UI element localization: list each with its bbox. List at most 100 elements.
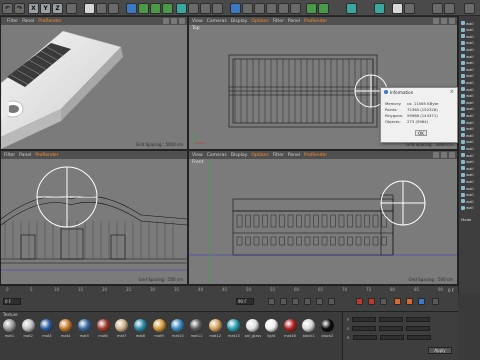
material-swatch[interactable] — [133, 319, 147, 332]
attr-field[interactable] — [352, 316, 377, 322]
menu-prorender[interactable]: ProRender — [35, 153, 58, 158]
object-row[interactable]: wall — [461, 198, 480, 204]
material-swatch[interactable] — [283, 319, 297, 332]
object-row[interactable]: wall — [461, 86, 480, 92]
object-row[interactable]: wall — [461, 152, 480, 158]
play-backwards-icon[interactable] — [292, 298, 299, 305]
material-swatch[interactable] — [77, 319, 91, 332]
ok-button[interactable]: OK — [415, 130, 427, 136]
viewport-perspective[interactable]: Panel Filter Filter Panel ProRender G — [0, 16, 188, 150]
record-icon[interactable] — [356, 298, 363, 305]
z-axis-button[interactable]: Z — [52, 3, 63, 14]
object-row[interactable]: wall — [461, 145, 480, 151]
cloner-icon[interactable] — [162, 3, 173, 14]
object-row[interactable]: wall — [461, 33, 480, 39]
go-to-start-icon[interactable] — [268, 298, 275, 305]
snap-icon[interactable] — [306, 3, 317, 14]
attr-field[interactable] — [352, 325, 377, 331]
key-scale-icon[interactable] — [406, 298, 413, 305]
viewport-right[interactable]: Filter Panel ProRender Grid Spacing : 50… — [0, 150, 188, 285]
object-row[interactable]: wall — [461, 73, 480, 79]
object-row[interactable]: wall — [461, 159, 480, 165]
material-swatch[interactable] — [190, 319, 203, 332]
object-row[interactable]: wall — [461, 99, 480, 105]
menu-panel[interactable]: Panel — [19, 153, 31, 158]
material-swatch[interactable] — [59, 319, 73, 332]
rotate-view-icon[interactable] — [179, 18, 185, 24]
model-mode-icon[interactable] — [230, 3, 241, 14]
material-swatch[interactable] — [96, 319, 110, 332]
object-row[interactable]: wall — [461, 172, 480, 178]
object-row[interactable]: wall — [461, 20, 480, 26]
autokey-icon[interactable] — [368, 298, 375, 305]
points-mode-icon[interactable] — [266, 3, 277, 14]
material-swatch[interactable] — [264, 319, 278, 332]
menu-cameras[interactable]: Cameras — [207, 19, 227, 24]
menu-view[interactable]: View — [192, 19, 203, 24]
object-row[interactable]: wall — [461, 185, 480, 191]
object-row[interactable]: wall — [461, 126, 480, 132]
settings-icon[interactable] — [444, 3, 455, 14]
undo-icon[interactable]: ↶ — [2, 3, 13, 14]
menu-display[interactable]: Display — [231, 19, 248, 24]
xpresso-icon[interactable] — [404, 3, 415, 14]
timeline[interactable]: 0 5 10 15 20 25 30 35 40 45 50 55 60 65 70 75 80 85 90 0 F… — [0, 285, 458, 311]
menu-filter-visible[interactable]: Filter — [7, 19, 18, 24]
keyframe-selection-icon[interactable] — [380, 298, 387, 305]
move-view-icon[interactable] — [433, 18, 439, 24]
y-axis-button[interactable]: Y — [40, 3, 51, 14]
next-key-icon[interactable] — [316, 298, 323, 305]
object-row[interactable]: wall — [461, 112, 480, 118]
material-swatch[interactable] — [21, 319, 35, 332]
material-swatch[interactable] — [171, 319, 185, 332]
end-frame-field[interactable]: 90 F — [236, 298, 254, 305]
menu-options[interactable]: Options — [251, 153, 268, 158]
attr-field[interactable] — [406, 316, 431, 322]
object-row[interactable]: wall — [461, 40, 480, 46]
move-view-icon[interactable] — [163, 18, 169, 24]
material-swatch[interactable] — [152, 319, 166, 332]
menu-filter[interactable]: Filter — [273, 19, 284, 24]
object-row[interactable]: wall — [461, 106, 480, 112]
zoom-view-icon[interactable] — [441, 18, 447, 24]
coordinate-system-icon[interactable] — [66, 3, 77, 14]
object-row[interactable]: wall — [461, 119, 480, 125]
attr-field[interactable] — [379, 316, 404, 322]
attr-field[interactable] — [406, 325, 431, 331]
menu-view[interactable]: View — [192, 153, 203, 158]
axis-mode-icon[interactable] — [254, 3, 265, 14]
material-swatch[interactable] — [302, 319, 316, 332]
menu-panel[interactable]: Panel — [22, 19, 34, 24]
texture-mode-icon[interactable] — [242, 3, 253, 14]
attr-field[interactable] — [379, 325, 404, 331]
previous-key-icon[interactable] — [280, 298, 287, 305]
object-row[interactable]: wall — [461, 93, 480, 99]
object-row[interactable]: wall — [461, 27, 480, 33]
menu-panel[interactable]: Panel — [288, 19, 300, 24]
menu-filter[interactable]: Filter — [4, 153, 15, 158]
play-icon[interactable] — [304, 298, 311, 305]
sculpt-icon[interactable] — [346, 3, 357, 14]
light-icon[interactable] — [212, 3, 223, 14]
attr-field[interactable] — [406, 334, 431, 340]
object-row[interactable]: wall — [461, 46, 480, 52]
material-swatch[interactable] — [208, 319, 222, 332]
menu-prorender[interactable]: ProRender — [304, 19, 327, 24]
attributes-mode-label[interactable]: Mode — [461, 216, 480, 222]
material-swatch[interactable] — [227, 319, 241, 332]
spline-pen-icon[interactable] — [138, 3, 149, 14]
attr-field[interactable] — [352, 334, 377, 340]
key-position-icon[interactable] — [394, 298, 401, 305]
zoom-view-icon[interactable] — [441, 152, 447, 158]
subdivision-icon[interactable] — [150, 3, 161, 14]
material-swatch[interactable] — [320, 319, 334, 332]
camera-icon[interactable] — [200, 3, 211, 14]
start-frame-field[interactable]: 0 F — [3, 298, 21, 305]
object-row[interactable]: wall — [461, 79, 480, 85]
deformer-icon[interactable] — [176, 3, 187, 14]
object-row[interactable]: wall — [461, 53, 480, 59]
object-row[interactable]: wall — [461, 165, 480, 171]
floor-icon[interactable] — [188, 3, 199, 14]
menu-filter[interactable]: Filter — [273, 153, 284, 158]
edges-mode-icon[interactable] — [278, 3, 289, 14]
